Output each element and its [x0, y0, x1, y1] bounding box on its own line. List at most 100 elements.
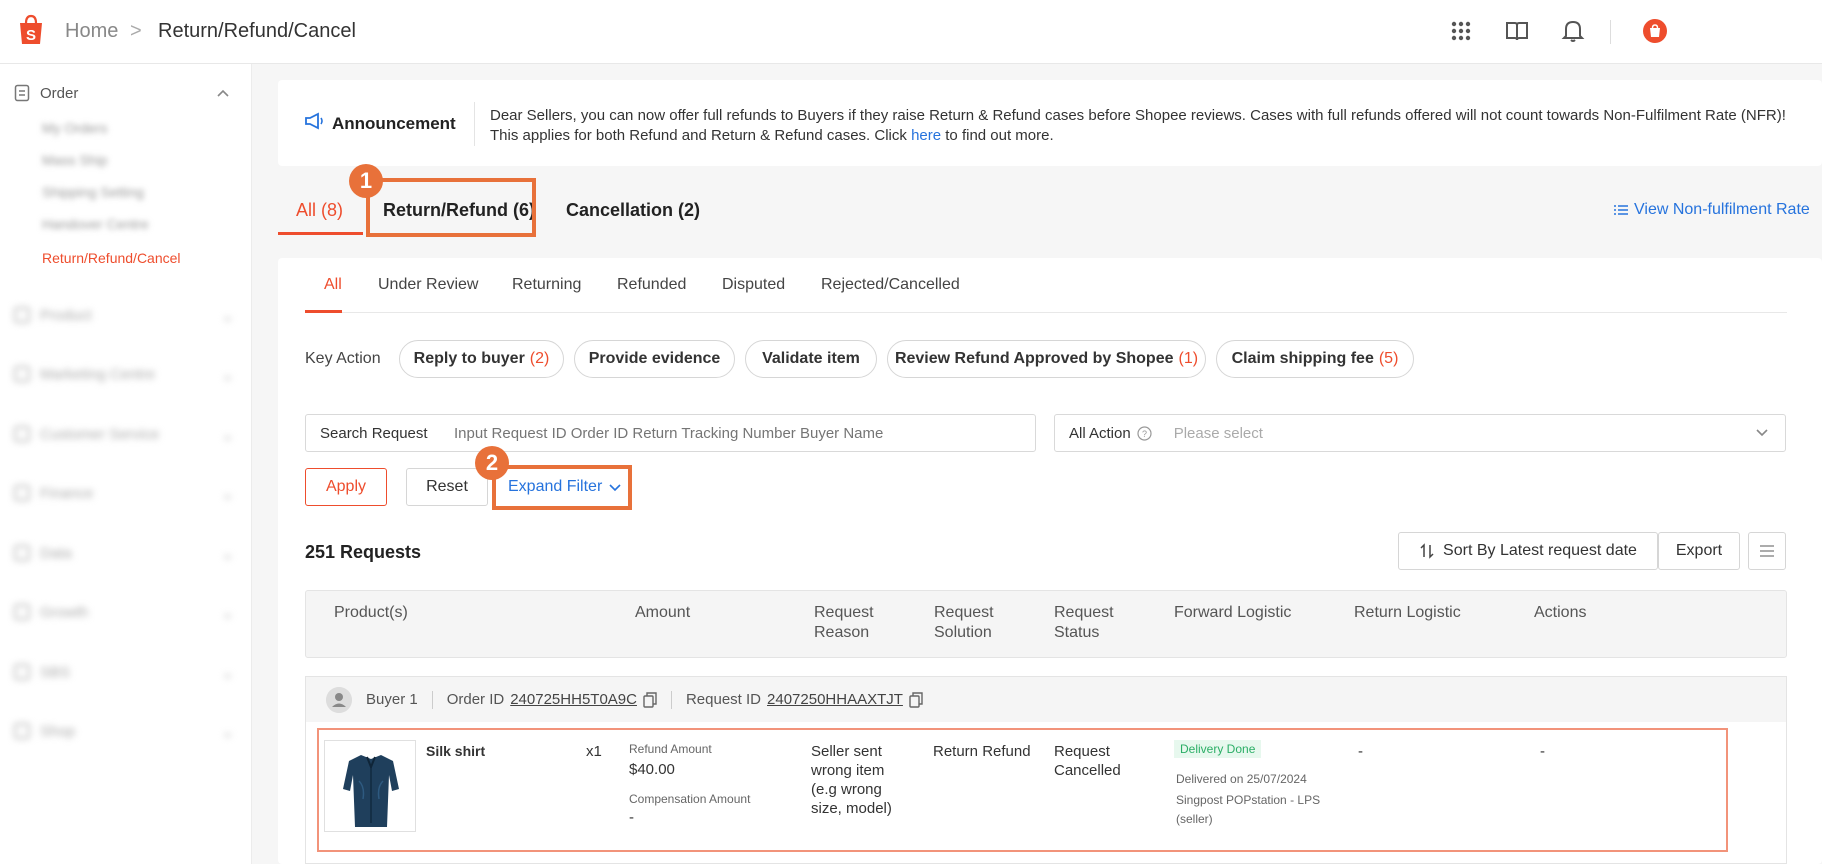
- sidebar-item-my-orders[interactable]: My Orders: [42, 120, 107, 136]
- subtab-all[interactable]: All: [324, 276, 342, 294]
- view-nfr-link[interactable]: View Non-fulfilment Rate: [1614, 201, 1810, 219]
- key-action-validate-item[interactable]: Validate item: [745, 340, 877, 378]
- search-request-label: Search Request: [320, 424, 428, 442]
- announcement-link[interactable]: here: [911, 127, 941, 144]
- menu-icon: [1760, 545, 1774, 557]
- key-action-review-refund[interactable]: Review Refund Approved by Shopee (1): [887, 340, 1206, 378]
- status-badge: Delivery Done: [1174, 740, 1262, 758]
- step-badge-2: 2: [475, 446, 509, 480]
- sidebar: Order My Orders Mass Ship Shipping Setti…: [0, 64, 252, 864]
- sidebar-section-product[interactable]: Product ⌄: [14, 307, 234, 325]
- requests-count: 251 Requests: [305, 542, 422, 562]
- request-id-label: Request ID: [685, 691, 762, 708]
- sort-icon: [1420, 543, 1434, 559]
- svg-text:S: S: [26, 27, 36, 44]
- logistic-name: Singpost POPstation - LPS (seller): [1176, 793, 1321, 826]
- copy-icon[interactable]: [909, 691, 923, 708]
- refund-amount-label: Refund Amount: [629, 742, 712, 756]
- sidebar-section-sbs[interactable]: SBS ⌄: [14, 664, 234, 682]
- sidebar-section-growth[interactable]: Growth ⌄: [14, 604, 234, 622]
- top-bar: S Home > Return/Refund/Cancel: [0, 0, 1822, 64]
- shopee-logo-icon[interactable]: S: [16, 14, 46, 46]
- refund-amount: $40.00: [629, 761, 675, 778]
- buyer-name[interactable]: Buyer 1: [366, 691, 418, 708]
- book-icon[interactable]: [1504, 18, 1530, 44]
- product-quantity: x1: [586, 743, 602, 760]
- header-request-status: Request Status: [1054, 604, 1114, 641]
- breadcrumb-home[interactable]: Home: [65, 20, 118, 43]
- all-action-select[interactable]: All Action ? Please select: [1054, 414, 1786, 452]
- key-action-label: Key Action: [305, 350, 381, 367]
- delivered-on: Delivered on 25/07/2024: [1176, 772, 1307, 786]
- chevron-down-icon: [1756, 429, 1768, 437]
- sidebar-section-shop[interactable]: Shop ⌄: [14, 723, 234, 741]
- top-divider: [1610, 20, 1611, 44]
- subtab-active-indicator: [305, 310, 342, 313]
- return-logistic: -: [1358, 743, 1363, 760]
- reset-button[interactable]: Reset: [406, 468, 488, 506]
- actions-value: -: [1540, 743, 1545, 760]
- copy-icon[interactable]: [643, 691, 657, 708]
- list-icon: [1614, 205, 1628, 215]
- apply-button[interactable]: Apply: [305, 468, 387, 506]
- subtab-rejected-cancelled[interactable]: Rejected/Cancelled: [821, 276, 960, 294]
- sidebar-section-order[interactable]: Order: [14, 84, 78, 102]
- chevron-up-icon[interactable]: [216, 86, 230, 100]
- header-amount: Amount: [635, 604, 691, 621]
- sidebar-item-shipping-setting[interactable]: Shipping Setting: [42, 184, 144, 200]
- step-badge-1: 1: [349, 164, 383, 198]
- header-products: Product(s): [334, 604, 408, 621]
- order-icon: [14, 84, 30, 102]
- sidebar-section-customer-service[interactable]: Customer Service ⌄: [14, 426, 234, 444]
- announcement-banner: Announcement Dear Sellers, you can now o…: [278, 80, 1822, 166]
- key-action-claim-shipping-fee[interactable]: Claim shipping fee (5): [1216, 340, 1414, 378]
- search-input[interactable]: [454, 424, 1014, 442]
- apps-grid-icon[interactable]: [1448, 18, 1474, 44]
- header-actions: Actions: [1534, 604, 1587, 621]
- header-request-solution: Request Solution: [934, 604, 994, 641]
- sidebar-item-handover[interactable]: Handover Centre: [42, 216, 149, 232]
- sort-button[interactable]: Sort By Latest request date: [1398, 532, 1658, 570]
- subtab-returning[interactable]: Returning: [512, 276, 581, 294]
- header-forward-logistic: Forward Logistic: [1174, 604, 1292, 621]
- request-reason: Seller sent wrong item (e.g wrong size, …: [811, 743, 892, 817]
- key-action-reply-to-buyer[interactable]: Reply to buyer (2): [399, 340, 564, 378]
- sort-label: Sort By Latest request date: [1443, 542, 1637, 559]
- compensation-label: Compensation Amount: [629, 792, 751, 806]
- sidebar-section-finance[interactable]: Finance ⌄: [14, 485, 234, 503]
- order-id-label: Order ID: [446, 691, 505, 708]
- request-id-link[interactable]: 2407250HHAAXTJT: [767, 691, 903, 708]
- request-solution: Return Refund: [933, 743, 1031, 760]
- announcement-title: Announcement: [332, 114, 456, 133]
- highlight-box-expand-filter: [492, 465, 632, 510]
- bell-icon[interactable]: [1560, 18, 1586, 44]
- order-id-link[interactable]: 240725HH5T0A9C: [510, 691, 637, 708]
- sidebar-section-marketing[interactable]: Marketing Centre ⌄: [14, 366, 234, 384]
- product-image[interactable]: [324, 740, 416, 832]
- column-settings-button[interactable]: [1748, 532, 1786, 570]
- all-action-label: All Action: [1069, 424, 1131, 442]
- export-button[interactable]: Export: [1658, 532, 1740, 570]
- shirt-image: [343, 755, 399, 827]
- help-icon[interactable]: ?: [1137, 425, 1152, 441]
- subtab-disputed[interactable]: Disputed: [722, 276, 785, 294]
- sidebar-item-mass-ship[interactable]: Mass Ship: [42, 152, 107, 168]
- view-nfr-label: View Non-fulfilment Rate: [1634, 201, 1810, 218]
- announcement-text: Dear Sellers, you can now offer full ref…: [490, 107, 1786, 144]
- product-name[interactable]: Silk shirt: [426, 742, 485, 761]
- subtab-refunded[interactable]: Refunded: [617, 276, 686, 294]
- shop-avatar-icon[interactable]: [1642, 18, 1668, 44]
- sidebar-item-return-refund-cancel[interactable]: Return/Refund/Cancel: [42, 250, 181, 266]
- key-action-provide-evidence[interactable]: Provide evidence: [574, 340, 735, 378]
- announcement-divider: [474, 102, 475, 146]
- tab-all[interactable]: All (8): [296, 200, 343, 221]
- subtab-divider: [305, 312, 1787, 313]
- subtab-under-review[interactable]: Under Review: [378, 276, 478, 294]
- search-request-field: Search Request: [305, 414, 1036, 452]
- breadcrumb-current: Return/Refund/Cancel: [158, 20, 356, 42]
- header-request-reason: Request Reason: [814, 604, 874, 641]
- tab-cancellation[interactable]: Cancellation (2): [566, 200, 700, 221]
- sidebar-section-data[interactable]: Data ⌄: [14, 545, 234, 563]
- avatar: [326, 686, 352, 713]
- request-status: Request Cancelled: [1054, 743, 1121, 779]
